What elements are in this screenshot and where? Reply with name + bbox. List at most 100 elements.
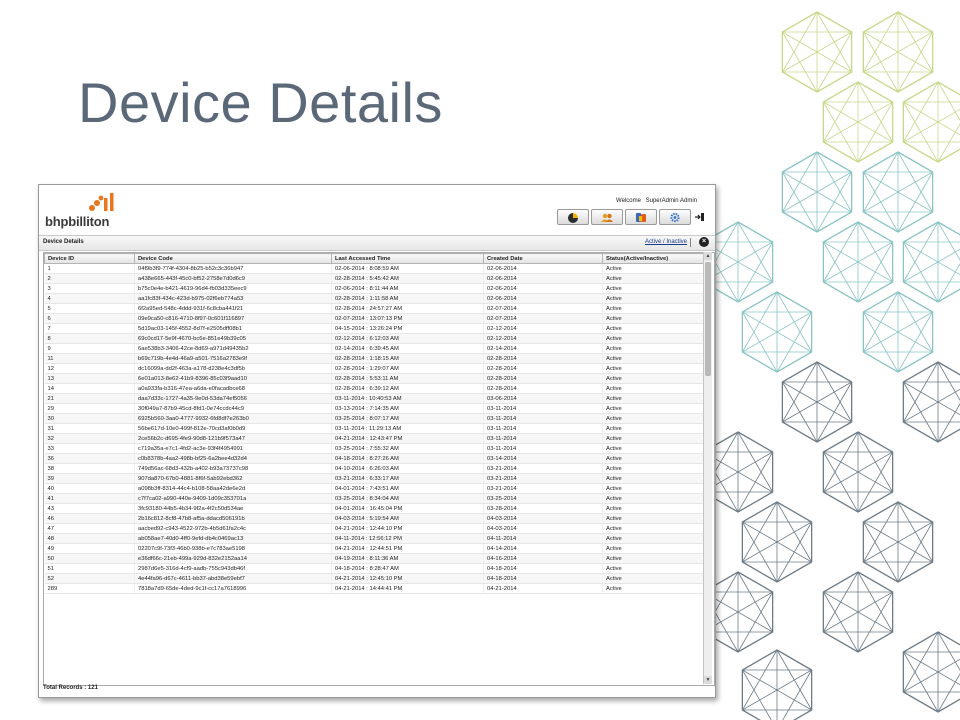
status-cell: Active	[602, 323, 705, 334]
created-date-cell: 03-06-2014	[483, 393, 603, 404]
last-accessed-cell: 03-25-2014 : 7:55:32 AM	[331, 443, 484, 454]
status-cell: Active	[602, 533, 705, 544]
device-code-cell: 56be617d-10e0-499f-812e-70cd3af0b0d9	[134, 423, 332, 434]
table-row[interactable]: 21 daa7d33c-1727-4a35-9e0d-53da74ef5056 03…	[44, 393, 705, 404]
status-cell: Active	[602, 473, 705, 484]
created-date-cell: 04-18-2014	[483, 563, 603, 574]
column-header[interactable]: Device ID	[44, 253, 135, 264]
vertical-scrollbar[interactable]: ▲ ▼	[703, 252, 712, 684]
device-id-cell: 46	[44, 513, 135, 524]
last-accessed-cell: 02-28-2014 : 5:45:42 AM	[331, 273, 484, 284]
column-header[interactable]: Created Date	[483, 253, 603, 264]
table-row[interactable]: 36 c0b8378b-4aa2-498b-bf25-6a2bee4d32d4 04…	[44, 453, 705, 464]
table-row[interactable]: 41 c7f7ca02-a990-440e-9409-1d09c353701a 03…	[44, 493, 705, 504]
created-date-cell: 02-06-2014	[483, 263, 603, 274]
created-date-cell: 03-11-2014	[483, 443, 603, 454]
pattern-hexagon	[902, 631, 960, 713]
table-row[interactable]: 33 c719a35a-e7c1-4fd2-ac3e-93f4f4954991 03…	[44, 443, 705, 454]
table-row[interactable]: 52 4e44fa96-d67c-4611-bb37-abd38e59ebf7 04…	[44, 573, 705, 584]
table-row[interactable]: 8 69c0cd17-5e9f-4670-bc6e-851e49b39c05 02-…	[44, 333, 705, 344]
last-accessed-cell: 03-21-2014 : 6:33:17 AM	[331, 473, 484, 484]
device-id-cell: 47	[44, 523, 135, 534]
device-code-cell: b75c0e4e-b421-4619-96d4-fb03d335eec9	[134, 283, 332, 294]
table-row[interactable]: 12 dc16099a-dd2f-463a-a178-d238e4c3df5b 02…	[44, 363, 705, 374]
table-row[interactable]: 6 09e9ca50-c816-4710-8f97-0c601f116897 02-…	[44, 313, 705, 324]
status-cell: Active	[602, 383, 705, 394]
device-id-cell: 8	[44, 333, 135, 344]
device-id-cell: 40	[44, 483, 135, 494]
pattern-hexagon	[862, 11, 934, 93]
devices-button[interactable]	[625, 209, 657, 225]
device-code-cell: c0b8378b-4aa2-498b-bf25-6a2bee4d32d4	[134, 453, 332, 464]
created-date-cell: 02-06-2014	[483, 293, 603, 304]
company-logo[interactable]: bhpbilliton	[45, 192, 125, 230]
table-row[interactable]: 31 56be617d-10e0-499f-812e-70cd3af0b0d9 03…	[44, 423, 705, 434]
pattern-hexagon	[862, 501, 934, 583]
table-row[interactable]: 38 749d56ac-68d3-432b-a402-b93a73737c98 04…	[44, 463, 705, 474]
active-inactive-filter-link[interactable]: Active / Inactive	[645, 239, 687, 245]
device-id-cell: 5	[44, 303, 135, 314]
created-date-cell: 02-07-2014	[483, 313, 603, 324]
welcome-message: Welcome SuperAdmin Admin	[616, 198, 697, 204]
device-id-cell: 49	[44, 543, 135, 554]
table-row[interactable]: 49 02207c9f-73f3-46b0-938b-e7c783ae5198 04…	[44, 543, 705, 554]
section-bar: Device Details Active / Inactive ×	[39, 235, 715, 251]
status-cell: Active	[602, 573, 705, 584]
status-cell: Active	[602, 313, 705, 324]
table-row[interactable]: 30 6925b560-3aa0-4777-9932-6fd8df7e263b0 0…	[44, 413, 705, 424]
table-row[interactable]: 29 30f049a7-87b9-45cd-8fd1-0e74ccdc44c9 03…	[44, 403, 705, 414]
table-row[interactable]: 7 5d19ac03-145f-4552-8d7f-e2505dff08b1 04-…	[44, 323, 705, 334]
column-header[interactable]: Device Code	[134, 253, 332, 264]
created-date-cell: 02-12-2014	[483, 323, 603, 334]
pattern-hexagon	[862, 291, 934, 373]
welcome-label: Welcome	[616, 198, 641, 204]
pattern-hexagon	[822, 221, 894, 303]
settings-button[interactable]	[659, 209, 691, 225]
last-accessed-cell: 02-06-2014 : 8:11:44 AM	[331, 283, 484, 294]
scroll-thumb[interactable]	[705, 262, 711, 376]
table-row[interactable]: 5 6f2a95ed-548c-4ddd-931f-6c8cba441f21 02-…	[44, 303, 705, 314]
table-row[interactable]: 47 aacbed92-c943-4522-972b-4b5d61fa2c4c 04…	[44, 523, 705, 534]
table-row[interactable]: 14 a0a933fa-b316-47ea-a6da-e0facadbce68 02…	[44, 383, 705, 394]
users-button[interactable]	[591, 209, 623, 225]
table-row[interactable]: 32 2ce56b2c-d695-4fe9-90d8-121b9f573a47 04…	[44, 433, 705, 444]
logout-button[interactable]	[695, 212, 705, 222]
table-row[interactable]: 9 6ae538b3-3406-42ce-8d69-a971d49435b2 02-…	[44, 343, 705, 354]
table-row[interactable]: 46 2b16c812-8cf8-47b8-af5a-ddacd506191b 04…	[44, 513, 705, 524]
scroll-down-icon[interactable]: ▼	[704, 676, 712, 684]
column-header[interactable]: Status(Active/Inactive)	[602, 253, 705, 264]
settings-icon	[670, 212, 680, 222]
device-id-cell: 39	[44, 473, 135, 484]
table-row[interactable]: 1 04f9b3f9-774f-4304-8b25-b52c3c36b947 02-…	[44, 263, 705, 274]
column-header[interactable]: Last Accessed Time	[331, 253, 484, 264]
table-row[interactable]: 2 a438e665-443f-45c0-bf52-2758e7d0d6c9 02-…	[44, 273, 705, 284]
device-code-cell: aacbed92-c943-4522-972b-4b5d61fa2c4c	[134, 523, 332, 534]
table-row[interactable]: 289 7818a7d9-65de-4ded-9c1f-cc17a7618996 0…	[44, 583, 705, 594]
table-row[interactable]: 50 e36df66c-21eb-499a-929d-832e2152aa14 04…	[44, 553, 705, 564]
created-date-cell: 04-11-2014	[483, 533, 603, 544]
scroll-up-icon[interactable]: ▲	[704, 252, 712, 260]
reports-button[interactable]	[557, 209, 589, 225]
table-row[interactable]: 3 b75c0e4e-b421-4619-96d4-fb03d335eec9 02-…	[44, 283, 705, 294]
table-row[interactable]: 40 a098b3ff-8314-44c4-b108-58aa42de6e2d 04…	[44, 483, 705, 494]
device-code-cell: 04f9b3f9-774f-4304-8b25-b52c3c36b947	[134, 263, 332, 274]
created-date-cell: 02-12-2014	[483, 333, 603, 344]
device-id-cell: 36	[44, 453, 135, 464]
table-row[interactable]: 11 b69c719b-4e4d-46a9-a501-7516a2783e9f 02…	[44, 353, 705, 364]
table-row[interactable]: 48 ab058ae7-40d0-4ff0-9efd-db4c0469ac13 04…	[44, 533, 705, 544]
table-row[interactable]: 4 aa1fc83f-434c-423d-b975-02f6eb774a53 02-…	[44, 293, 705, 304]
table-row[interactable]: 51 2987d6e5-316d-4cf9-aadb-755c943db46f 04…	[44, 563, 705, 574]
device-id-cell: 2	[44, 273, 135, 284]
table-row[interactable]: 39 907da870-67b0-4881-8f6f-5ab92ebd362 03-…	[44, 473, 705, 484]
device-code-cell: 69c0cd17-5e9f-4670-bc6e-851e49b39c05	[134, 333, 332, 344]
table-row[interactable]: 43 3fc93180-44b5-4b34-9f2a-4f2c50d534ae 04…	[44, 503, 705, 514]
close-icon[interactable]: ×	[699, 237, 709, 247]
device-code-cell: 6ae538b3-3406-42ce-8d69-a971d49435b2	[134, 343, 332, 354]
device-code-cell: 30f049a7-87b9-45cd-8fd1-0e74ccdc44c9	[134, 403, 332, 414]
created-date-cell: 04-03-2014	[483, 523, 603, 534]
device-table-container: Device ID Device Code Last Accessed Time Cr…	[43, 252, 715, 686]
last-accessed-cell: 02-06-2014 : 8:08:59 AM	[331, 263, 484, 274]
device-code-cell: 4e44fa96-d67c-4611-bb37-abd38e59ebf7	[134, 573, 332, 584]
table-row[interactable]: 13 6e01a013-8e62-41b9-8396-85c03f9aad10 02…	[44, 373, 705, 384]
device-id-cell: 41	[44, 493, 135, 504]
